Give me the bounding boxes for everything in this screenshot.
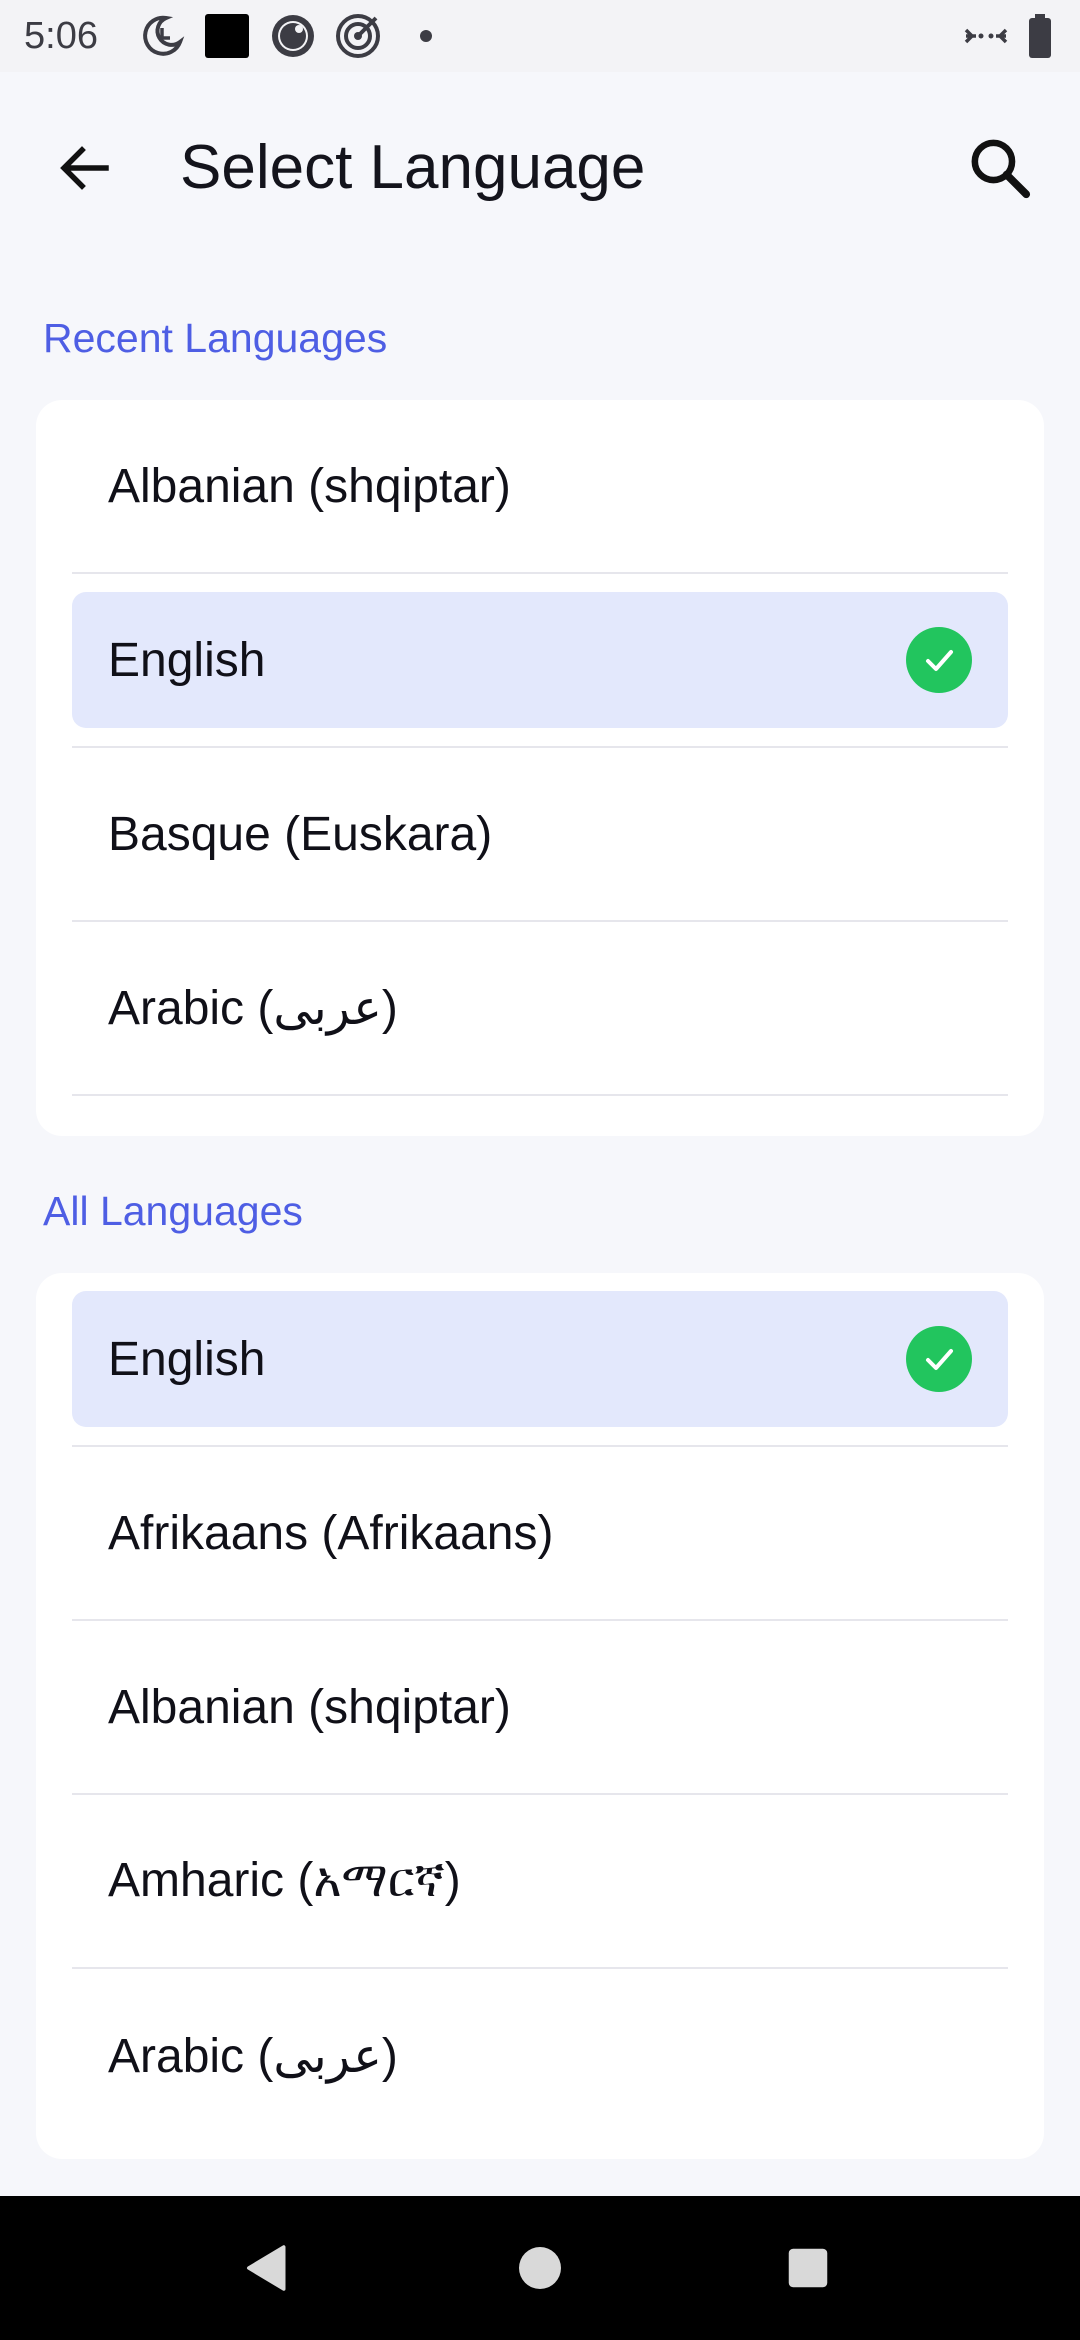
- recent-languages-list: Albanian (shqiptar) English Basque (Eusk…: [72, 400, 1008, 1096]
- search-button[interactable]: [956, 124, 1044, 212]
- home-circle-icon: [519, 2247, 561, 2289]
- moon-clock-icon: [138, 12, 186, 60]
- language-label: Arabic (عربى): [108, 2030, 398, 2083]
- language-label: Albanian (shqiptar): [108, 1680, 511, 1734]
- system-navigation-bar: [0, 2196, 1080, 2340]
- nav-back-button[interactable]: [236, 2236, 300, 2300]
- recents-square-icon: [788, 2248, 828, 2288]
- language-label: English: [108, 633, 266, 687]
- recent-languages-card: Albanian (shqiptar) English Basque (Eusk…: [36, 400, 1044, 1136]
- battery-icon: [1024, 12, 1056, 60]
- status-bar: 5:06: [0, 0, 1080, 72]
- recent-languages-header: Recent Languages: [43, 315, 388, 361]
- language-label: Basque (Euskara): [108, 807, 493, 861]
- all-languages-list: English Afrikaans (Afrikaans) Albanian (…: [72, 1273, 1008, 2143]
- recent-language-item-albanian[interactable]: Albanian (shqiptar): [72, 400, 1008, 574]
- dot-icon: [402, 12, 450, 60]
- nav-recents-button[interactable]: [776, 2236, 840, 2300]
- language-label: Arabic (عربى): [108, 982, 398, 1035]
- arrow-left-icon: [60, 146, 109, 190]
- all-languages-card: English Afrikaans (Afrikaans) Albanian (…: [36, 1273, 1044, 2159]
- search-icon: [971, 139, 1031, 199]
- nav-home-button[interactable]: [508, 2236, 572, 2300]
- app-bar: Select Language: [0, 72, 1080, 268]
- language-label: Afrikaans (Afrikaans): [108, 1506, 554, 1560]
- back-button[interactable]: [40, 124, 128, 212]
- language-item-albanian[interactable]: Albanian (shqiptar): [72, 1621, 1008, 1795]
- language-item-afrikaans[interactable]: Afrikaans (Afrikaans): [72, 1447, 1008, 1621]
- language-label: Amharic (አማርኛ): [108, 1854, 461, 1907]
- check-circle-icon: [906, 1326, 972, 1392]
- page-title: Select Language: [180, 133, 646, 202]
- language-item-arabic[interactable]: Arabic (عربى): [72, 1969, 1008, 2143]
- data-transfer-icon: [962, 12, 1010, 60]
- back-triangle-icon: [247, 2245, 286, 2291]
- record-icon: [269, 12, 317, 60]
- language-item-english[interactable]: English: [72, 1273, 1008, 1447]
- language-label: Albanian (shqiptar): [108, 459, 511, 513]
- language-label: English: [108, 1332, 266, 1386]
- language-item-amharic[interactable]: Amharic (አማርኛ): [72, 1795, 1008, 1969]
- recent-language-item-arabic[interactable]: Arabic (عربى): [72, 922, 1008, 1096]
- recent-language-item-english[interactable]: English: [72, 574, 1008, 748]
- black-square-icon: [203, 12, 251, 60]
- check-circle-icon: [906, 627, 972, 693]
- recent-language-item-basque[interactable]: Basque (Euskara): [72, 748, 1008, 922]
- all-languages-header: All Languages: [43, 1188, 303, 1234]
- status-time: 5:06: [24, 15, 98, 57]
- target-icon: [334, 12, 382, 60]
